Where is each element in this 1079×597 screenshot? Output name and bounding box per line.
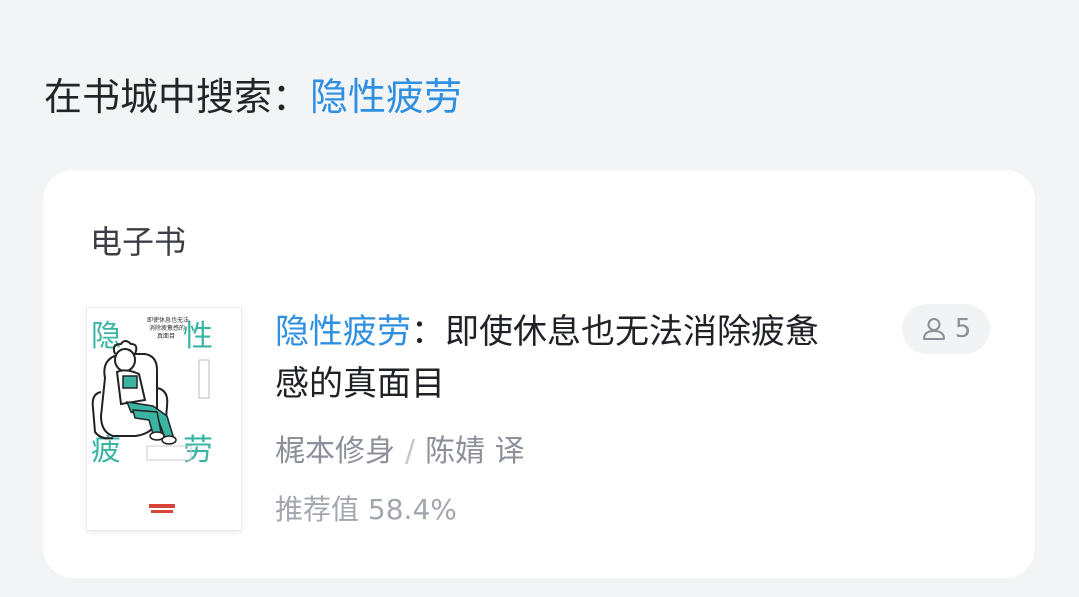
user-icon <box>922 318 945 340</box>
rating-value: 58.4% <box>367 493 457 526</box>
readers-count: 5 <box>954 314 972 344</box>
author-separator: / <box>405 434 416 469</box>
book-translator[interactable]: 陈婧 译 <box>425 434 525 469</box>
search-query-text: 隐性疲劳 <box>310 75 463 119</box>
rating-label: 推荐值 <box>275 493 360 526</box>
search-heading: 在书城中搜索：隐性疲劳 <box>44 72 462 122</box>
cover-tagline: 消除疲惫感的 <box>149 324 185 332</box>
book-author[interactable]: 梶本修身 <box>275 434 395 469</box>
book-cover[interactable]: 隐 性 疲 劳 即使休息也无法 消除疲惫感的 真面目 <box>87 308 241 530</box>
cover-char: 隐 <box>91 319 121 354</box>
cover-char: 性 <box>183 319 213 354</box>
readers-count-badge[interactable]: 5 <box>902 304 990 354</box>
cover-tagline: 真面目 <box>157 332 175 340</box>
ebook-results-card: 电子书 隐 性 疲 劳 即使休息也无法 消除疲惫感的 真面目 隐性疲劳：即使休息… <box>43 170 1035 578</box>
book-rating: 推荐值 58.4% <box>275 490 457 530</box>
book-title-highlight: 隐性疲劳 <box>275 312 411 352</box>
cover-char: 劳 <box>183 433 213 468</box>
book-author-line: 梶本修身 / 陈婧 译 <box>275 432 525 472</box>
book-title[interactable]: 隐性疲劳：即使休息也无法消除疲惫感的真面目 <box>275 306 835 410</box>
search-prefix-label: 在书城中搜索： <box>44 75 311 119</box>
section-title-ebooks: 电子书 <box>90 223 187 261</box>
book-cover-illustration: 隐 性 疲 劳 即使休息也无法 消除疲惫感的 真面目 <box>87 308 241 530</box>
cover-tagline: 即使休息也无法 <box>147 316 189 324</box>
